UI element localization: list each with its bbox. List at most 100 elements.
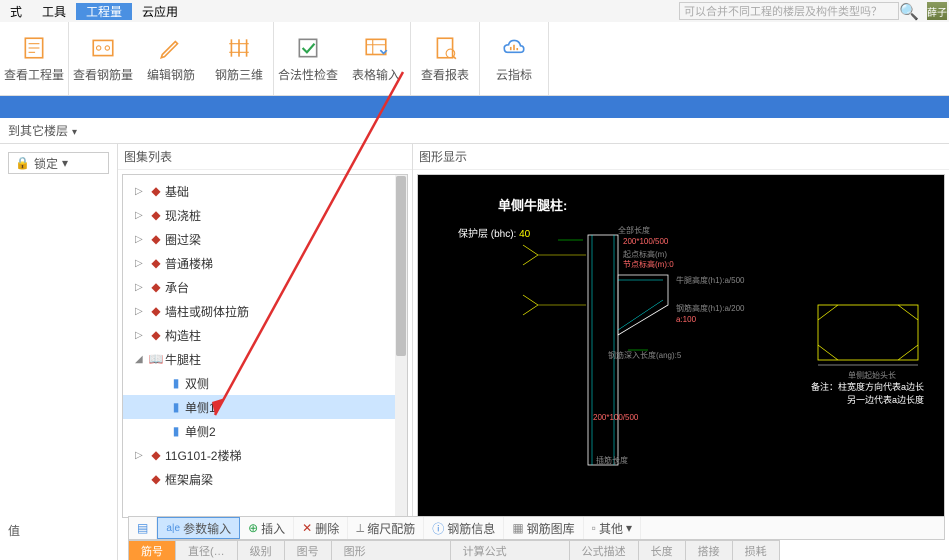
rebar-sheet-icon	[89, 34, 117, 62]
dlabel: 200*100/500	[623, 237, 668, 246]
drawing-canvas[interactable]: 单侧牛腿柱: 保护层 (bhc): 40	[417, 174, 945, 518]
menu-cloud-app[interactable]: 云应用	[132, 3, 188, 20]
tab-loss[interactable]: 损耗	[732, 540, 780, 560]
lock-dropdown[interactable]: 🔒 锁定 ▾	[8, 152, 109, 174]
ribbon-label: 编辑钢筋	[147, 66, 195, 83]
rebar-library-button[interactable]: ▦钢筋图库	[504, 517, 583, 539]
ribbon-label: 查看工程量	[4, 66, 64, 83]
info-icon: ⓘ	[432, 520, 444, 537]
atlas-title: 图集列表	[118, 144, 412, 170]
tab-rebar-num[interactable]: 筋号	[128, 540, 176, 560]
tab-grade[interactable]: 级别	[237, 540, 285, 560]
tree-item-double[interactable]: ▮双侧	[123, 371, 407, 395]
delete-button[interactable]: ✕删除	[294, 517, 348, 539]
edit-rebar-button[interactable]: 编辑钢筋	[137, 22, 205, 95]
dlabel: 插筋长度	[596, 455, 628, 466]
book-icon: 📖	[147, 352, 165, 366]
tab-formula-desc[interactable]: 公式描述	[569, 540, 639, 560]
dlabel: 200*100/500	[593, 413, 638, 422]
menu-mode[interactable]: 式	[0, 3, 32, 20]
other-icon: ▫	[592, 521, 596, 535]
tree-item-corbel[interactable]: ◢📖牛腿柱	[123, 347, 407, 371]
tab-fig-num[interactable]: 图号	[284, 540, 332, 560]
tree-item-single2[interactable]: ▮单侧2	[123, 419, 407, 443]
diamond-icon: ◆	[147, 208, 165, 222]
bottom-toolbar: ▤ a|e参数输入 ⊕插入 ✕删除 ⟂缩尺配筋 ⓘ钢筋信息 ▦钢筋图库 ▫其他▾	[128, 516, 945, 540]
cloud-icon	[500, 34, 528, 62]
expand-icon[interactable]: ▷	[135, 258, 147, 269]
expand-icon[interactable]: ▷	[135, 234, 147, 245]
dlabel: 节点标高(m):0	[623, 259, 674, 270]
tab-diameter[interactable]: 直径(…	[175, 540, 238, 560]
page-icon: ▮	[167, 376, 185, 390]
tab-formula[interactable]: 计算公式	[450, 540, 570, 560]
expand-icon[interactable]: ▷	[135, 210, 147, 221]
edit-icon	[157, 34, 185, 62]
dlabel: 钢筋高度(h1):a/200	[676, 303, 744, 314]
blue-band	[0, 96, 949, 118]
page-icon: ▮	[167, 424, 185, 438]
diamond-icon: ◆	[147, 256, 165, 270]
tab-figure[interactable]: 图形	[331, 540, 451, 560]
view-quantity-button[interactable]: 查看工程量	[0, 22, 68, 95]
left-panel: 🔒 锁定 ▾	[0, 144, 118, 522]
display-panel: 图形显示 (X: -287 Y: 61 单侧牛腿柱: 保护层 (bhc): 40	[413, 144, 949, 522]
diamond-icon: ◆	[147, 280, 165, 294]
tree-item[interactable]: ▷◆墙柱或砌体拉筋	[123, 299, 407, 323]
value-label: 值	[0, 520, 117, 541]
tab-length[interactable]: 长度	[638, 540, 686, 560]
tree-item[interactable]: ▷◆承台	[123, 275, 407, 299]
menu-tools[interactable]: 工具	[32, 3, 76, 20]
view-report-button[interactable]: 查看报表	[411, 22, 479, 95]
expand-icon[interactable]: ▷	[135, 186, 147, 197]
expand-icon[interactable]: ▷	[135, 330, 147, 341]
search-input[interactable]: 可以合并不同工程的楼层及构件类型吗？	[679, 2, 899, 20]
param-input-button[interactable]: a|e参数输入	[157, 517, 240, 539]
display-title: 图形显示	[413, 144, 949, 170]
tree-item[interactable]: ▷◆现浇桩	[123, 203, 407, 227]
tree-item[interactable]: ▷◆基础	[123, 179, 407, 203]
dlabel: a:100	[676, 315, 696, 324]
param-icon: a|e	[166, 523, 180, 534]
ribbon-label: 表格输入	[352, 66, 400, 83]
search-icon[interactable]: 🔍	[899, 2, 919, 22]
tree-item[interactable]: ▷◆11G101-2楼梯	[123, 443, 407, 467]
new-icon: ▤	[137, 521, 148, 535]
check-icon	[294, 34, 322, 62]
expand-icon[interactable]: ▷	[135, 450, 147, 461]
atlas-tree[interactable]: ▷◆基础 ▷◆现浇桩 ▷◆圈过梁 ▷◆普通楼梯 ▷◆承台 ▷◆墙柱或砌体拉筋 ▷…	[122, 174, 408, 518]
tree-item-single1[interactable]: ▮单侧1	[123, 395, 407, 419]
rebar-info-button[interactable]: ⓘ钢筋信息	[424, 517, 504, 539]
expand-icon[interactable]: ▷	[135, 306, 147, 317]
tree-item[interactable]: ▷◆圈过梁	[123, 227, 407, 251]
menu-quantity[interactable]: 工程量	[76, 3, 132, 20]
view-rebar-button[interactable]: 查看钢筋量	[69, 22, 137, 95]
bottom-new-button[interactable]: ▤	[129, 517, 157, 539]
library-icon: ▦	[512, 521, 523, 535]
floor-dropdown[interactable]: 到其它楼层▾	[8, 122, 77, 139]
table-input-button[interactable]: 表格输入	[342, 22, 410, 95]
expand-icon[interactable]: ▷	[135, 282, 147, 293]
scrollbar[interactable]	[395, 175, 407, 517]
collapse-icon[interactable]: ◢	[135, 354, 147, 365]
scale-icon: ⟂	[356, 521, 364, 536]
tree-item[interactable]: ◆框架扁梁	[123, 467, 407, 491]
dlabel: 钢筋深入长度(ang):5	[608, 350, 681, 361]
avatar[interactable]: 薛子	[927, 2, 947, 20]
insert-button[interactable]: ⊕插入	[240, 517, 294, 539]
tab-strip: 筋号 直径(… 级别 图号 图形 计算公式 公式描述 长度 搭接 损耗	[128, 540, 945, 560]
diamond-icon: ◆	[147, 304, 165, 318]
scaffold-icon	[225, 34, 253, 62]
validity-check-button[interactable]: 合法性检查	[274, 22, 342, 95]
scale-rebar-button[interactable]: ⟂缩尺配筋	[348, 517, 424, 539]
other-button[interactable]: ▫其他▾	[584, 517, 641, 539]
cloud-metrics-button[interactable]: 云指标	[480, 22, 548, 95]
rebar-3d-button[interactable]: 钢筋三维	[205, 22, 273, 95]
tab-lap[interactable]: 搭接	[685, 540, 733, 560]
dlabel: 牛腿高度(h1):a/500	[676, 275, 744, 286]
diamond-icon: ◆	[147, 184, 165, 198]
tree-item[interactable]: ▷◆普通楼梯	[123, 251, 407, 275]
diamond-icon: ◆	[147, 328, 165, 342]
atlas-panel: 图集列表 ▷◆基础 ▷◆现浇桩 ▷◆圈过梁 ▷◆普通楼梯 ▷◆承台 ▷◆墙柱或砌…	[118, 144, 413, 522]
tree-item[interactable]: ▷◆构造柱	[123, 323, 407, 347]
